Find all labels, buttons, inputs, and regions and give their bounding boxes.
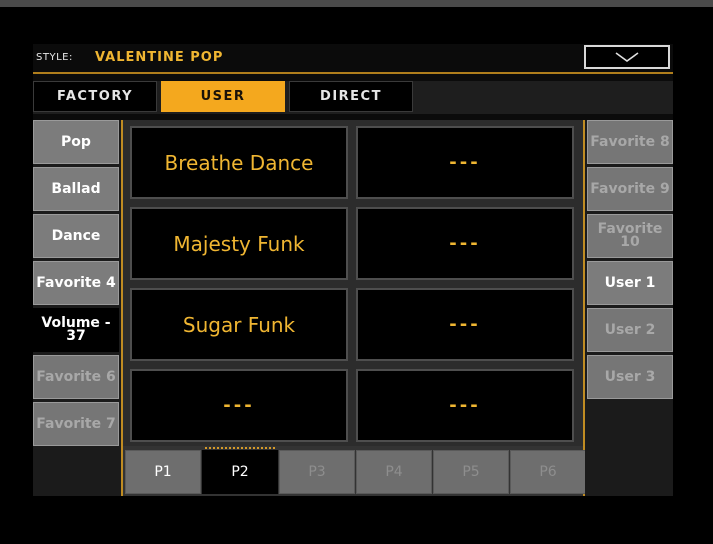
display-bezel (0, 0, 713, 7)
bank-pop-button[interactable]: Pop (33, 120, 119, 164)
menu-dropdown-button[interactable] (584, 45, 670, 69)
tab-direct[interactable]: DIRECT (289, 81, 413, 112)
page-p5-button[interactable]: P5 (433, 450, 509, 494)
style-slot-4[interactable]: --- (356, 207, 574, 280)
page-p3-button[interactable]: P3 (279, 450, 355, 494)
style-label: STYLE: (36, 52, 73, 63)
chevron-down-icon (615, 52, 639, 62)
style-slot-8[interactable]: --- (356, 369, 574, 442)
page-p4-button[interactable]: P4 (356, 450, 432, 494)
bank-volume-button[interactable]: Volume - 37 (33, 308, 119, 352)
style-select-screen: STYLE: VALENTINE POP FACTORY USER DIRECT… (33, 44, 673, 496)
bank-favorite-4-button[interactable]: Favorite 4 (33, 261, 119, 305)
style-slot-3[interactable]: Majesty Funk (130, 207, 348, 280)
page-p2-button[interactable]: P2 (202, 447, 278, 494)
page-p6-button[interactable]: P6 (510, 450, 586, 494)
bank-favorite-9-button[interactable]: Favorite 9 (587, 167, 673, 211)
bank-user-2-button[interactable]: User 2 (587, 308, 673, 352)
bank-favorite-7-button[interactable]: Favorite 7 (33, 402, 119, 446)
bank-user-3-button[interactable]: User 3 (587, 355, 673, 399)
bank-dance-button[interactable]: Dance (33, 214, 119, 258)
page-selector: P1 P2 P3 P4 P5 P6 (123, 446, 586, 496)
tab-factory[interactable]: FACTORY (33, 81, 157, 112)
style-slot-1[interactable]: Breathe Dance (130, 126, 348, 199)
style-slot-6[interactable]: --- (356, 288, 574, 361)
left-bank-column: Pop Ballad Dance Favorite 4 Volume - 37 … (33, 120, 121, 496)
style-slot-5[interactable]: Sugar Funk (130, 288, 348, 361)
bank-favorite-6-button[interactable]: Favorite 6 (33, 355, 119, 399)
style-grid: Breathe Dance --- Majesty Funk --- Sugar… (121, 120, 586, 496)
header-bar: STYLE: VALENTINE POP (33, 44, 673, 74)
style-slot-2[interactable]: --- (356, 126, 574, 199)
page-p1-button[interactable]: P1 (125, 450, 201, 494)
bank-ballad-button[interactable]: Ballad (33, 167, 119, 211)
style-name: VALENTINE POP (95, 50, 224, 65)
tab-user[interactable]: USER (161, 81, 285, 112)
right-bank-column: Favorite 8 Favorite 9 Favorite 10 User 1… (585, 120, 673, 496)
bank-tabs: FACTORY USER DIRECT (33, 81, 673, 114)
bank-user-1-button[interactable]: User 1 (587, 261, 673, 305)
bank-favorite-10-button[interactable]: Favorite 10 (587, 214, 673, 258)
bank-favorite-8-button[interactable]: Favorite 8 (587, 120, 673, 164)
style-slot-7[interactable]: --- (130, 369, 348, 442)
